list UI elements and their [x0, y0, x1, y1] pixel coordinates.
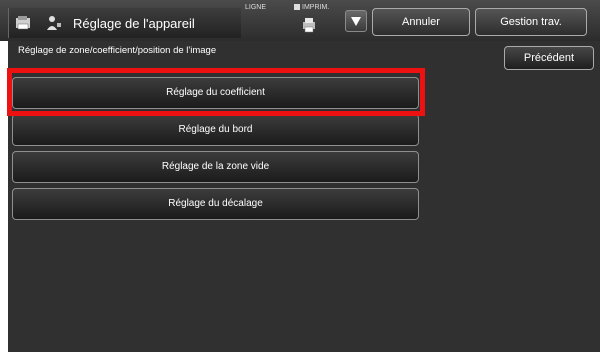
title-area: Réglage de l'appareil — [8, 8, 241, 38]
printer-icon — [301, 17, 317, 33]
selection-highlight — [7, 68, 425, 116]
menu-item-edge[interactable]: Réglage du bord — [12, 114, 419, 146]
print-status: IMPRIM. — [294, 4, 329, 11]
person-settings-icon — [43, 14, 63, 32]
cancel-button[interactable]: Annuler — [372, 8, 470, 36]
line-status: LIGNE — [245, 4, 267, 11]
top-bar: Réglage de l'appareil LIGNE IMPRIM. Annu… — [0, 0, 600, 41]
menu-item-offset[interactable]: Réglage du décalage — [12, 188, 419, 220]
device-screen: Réglage de l'appareil LIGNE IMPRIM. Annu… — [0, 0, 600, 352]
section-title: Réglage de zone/coefficient/position de … — [18, 45, 217, 56]
copier-icon — [15, 15, 31, 31]
menu-item-void-area[interactable]: Réglage de la zone vide — [12, 151, 419, 183]
back-button[interactable]: Précédent — [504, 46, 594, 70]
print-status-label: IMPRIM. — [302, 4, 330, 11]
dropdown-button[interactable] — [345, 10, 367, 32]
job-management-button[interactable]: Gestion trav. — [475, 8, 587, 36]
page-title: Réglage de l'appareil — [73, 16, 195, 31]
dropdown-arrow-icon — [351, 17, 361, 26]
print-status-indicator — [294, 4, 300, 11]
